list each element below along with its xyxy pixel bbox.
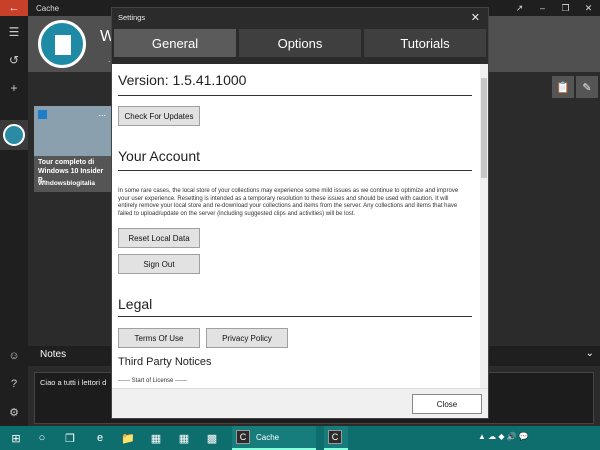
- privacy-policy-button[interactable]: Privacy Policy: [206, 328, 288, 348]
- clip-card[interactable]: ... Tour completo di Windows 10 Insider …: [34, 106, 112, 192]
- edge-icon[interactable]: e: [92, 430, 108, 446]
- taskbar-app-cache[interactable]: C Cache: [232, 426, 316, 450]
- notes-label: Notes: [40, 349, 67, 360]
- divider: [118, 170, 472, 171]
- account-heading: Your Account: [118, 148, 200, 164]
- tab-tutorials[interactable]: Tutorials: [363, 28, 487, 58]
- reset-local-data-button[interactable]: Reset Local Data: [118, 228, 200, 248]
- clip-source: Windowsblogitalia: [38, 180, 95, 187]
- check-updates-button[interactable]: Check For Updates: [118, 106, 200, 126]
- scrollbar-thumb[interactable]: [481, 78, 487, 178]
- dialog-footer: Close: [112, 388, 488, 418]
- history-icon[interactable]: ↺: [4, 50, 24, 70]
- account-description: In some rare cases, the local store of y…: [118, 188, 459, 218]
- file-explorer-icon[interactable]: 📁: [120, 430, 136, 446]
- divider: [118, 316, 472, 317]
- emoji-icon[interactable]: ☺: [6, 348, 22, 364]
- edit-icon[interactable]: ✎: [576, 76, 598, 98]
- legal-heading: Legal: [118, 296, 153, 312]
- bing-badge-icon: [38, 110, 47, 119]
- close-window-icon[interactable]: ✕: [577, 0, 600, 16]
- tab-options[interactable]: Options: [238, 28, 362, 58]
- cortana-icon[interactable]: ○: [34, 430, 50, 446]
- notes-text: Ciao a tutti i lettori d: [40, 378, 107, 387]
- window-title: Cache: [36, 3, 60, 13]
- license-start-text: ------ Start of License ------: [118, 378, 187, 384]
- taskbar-app-cache-2[interactable]: C: [324, 426, 348, 450]
- store-icon[interactable]: ▦: [176, 430, 192, 446]
- taskbar-app-label: Cache: [256, 432, 280, 442]
- cache-app-icon-2: C: [328, 430, 342, 444]
- cache-app-icon: C: [236, 430, 250, 444]
- back-arrow-icon[interactable]: ←: [0, 0, 28, 16]
- clipboard-icon[interactable]: 📋: [552, 76, 574, 98]
- restore-icon[interactable]: ❐: [554, 0, 577, 16]
- version-heading: Version: 1.5.41.1000: [118, 72, 247, 88]
- task-view-icon[interactable]: ❐: [62, 430, 78, 446]
- chevron-down-icon[interactable]: ⌄: [586, 348, 594, 359]
- photos-icon[interactable]: ▩: [204, 430, 220, 446]
- collection-avatar: [38, 20, 86, 68]
- card-menu[interactable]: ...: [98, 108, 106, 118]
- sign-out-button[interactable]: Sign Out: [118, 254, 200, 274]
- taskbar: ⊞ ○ ❐ e 📁 ▦ ▦ ▩ C Cache C ▲ ☁ ◆ 🔊 💬: [0, 426, 600, 450]
- settings-content[interactable]: Version: 1.5.41.1000 Check For Updates Y…: [112, 64, 488, 388]
- divider: [118, 95, 472, 96]
- hamburger-menu-icon[interactable]: ☰: [4, 22, 24, 42]
- terms-of-use-button[interactable]: Terms Of Use: [118, 328, 200, 348]
- start-icon[interactable]: ⊞: [8, 430, 24, 446]
- collection-logo-icon[interactable]: [3, 124, 25, 146]
- dialog-title-bar: Settings ✕: [112, 8, 488, 28]
- fullscreen-icon[interactable]: ↗: [508, 0, 531, 16]
- minimize-icon[interactable]: –: [531, 0, 554, 16]
- settings-gear-icon[interactable]: ⚙: [6, 404, 22, 420]
- tab-general[interactable]: General: [113, 28, 237, 58]
- app-icon[interactable]: ▦: [148, 430, 164, 446]
- tray-icons[interactable]: ▲ ☁ ◆ 🔊 💬: [478, 432, 529, 441]
- settings-dialog: Settings ✕ General Options Tutorials Ver…: [112, 8, 488, 418]
- settings-tabs: General Options Tutorials: [112, 28, 488, 64]
- help-icon[interactable]: ?: [6, 376, 22, 392]
- close-icon[interactable]: ✕: [471, 11, 480, 24]
- dialog-title: Settings: [118, 13, 146, 22]
- add-icon[interactable]: +: [4, 78, 24, 98]
- third-party-heading: Third Party Notices: [118, 356, 212, 368]
- close-button[interactable]: Close: [412, 394, 482, 414]
- left-rail: ☰ ↺ +: [0, 16, 28, 426]
